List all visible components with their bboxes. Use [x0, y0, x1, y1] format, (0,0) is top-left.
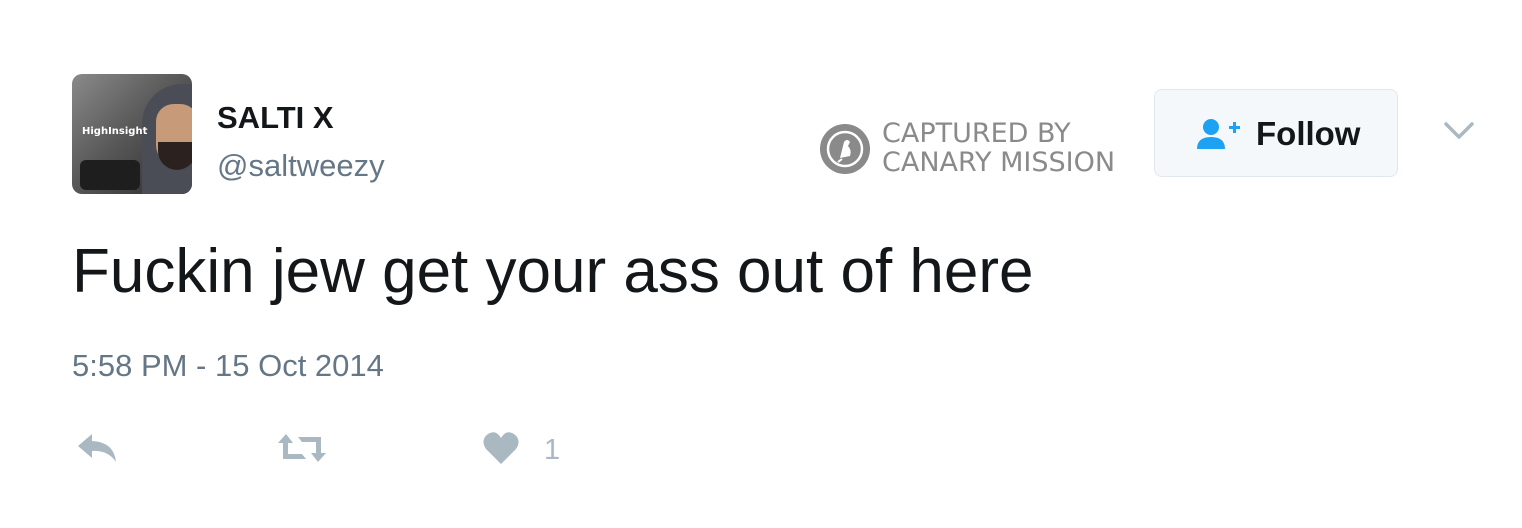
avatar[interactable]: HighInsight — [72, 74, 192, 194]
avatar-background-seat — [80, 160, 140, 190]
watermark-line-1: CAPTURED BY — [882, 118, 1071, 149]
chevron-down-icon[interactable] — [1443, 120, 1475, 142]
display-name[interactable]: SALTI X — [217, 100, 334, 136]
add-user-icon — [1195, 117, 1243, 151]
canary-bird-icon — [820, 124, 870, 174]
like-button[interactable]: 1 — [482, 430, 572, 470]
user-handle[interactable]: @saltweezy — [217, 148, 385, 184]
canary-mission-watermark: CAPTURED BY CANARY MISSION — [820, 118, 1150, 182]
avatar-brand-text: HighInsight — [82, 126, 148, 137]
retweet-button[interactable] — [276, 430, 328, 470]
follow-button[interactable]: Follow — [1154, 89, 1398, 177]
like-count: 1 — [544, 434, 561, 466]
watermark-line-2: CANARY MISSION — [882, 147, 1116, 178]
tweet-text: Fuckin jew get your ass out of here — [72, 237, 1034, 306]
tweet-card: HighInsight SALTI X @saltweezy CAPTURED … — [0, 0, 1522, 528]
follow-button-label: Follow — [1256, 115, 1361, 152]
reply-button[interactable] — [76, 430, 120, 470]
tweet-timestamp[interactable]: 5:58 PM - 15 Oct 2014 — [72, 348, 384, 384]
